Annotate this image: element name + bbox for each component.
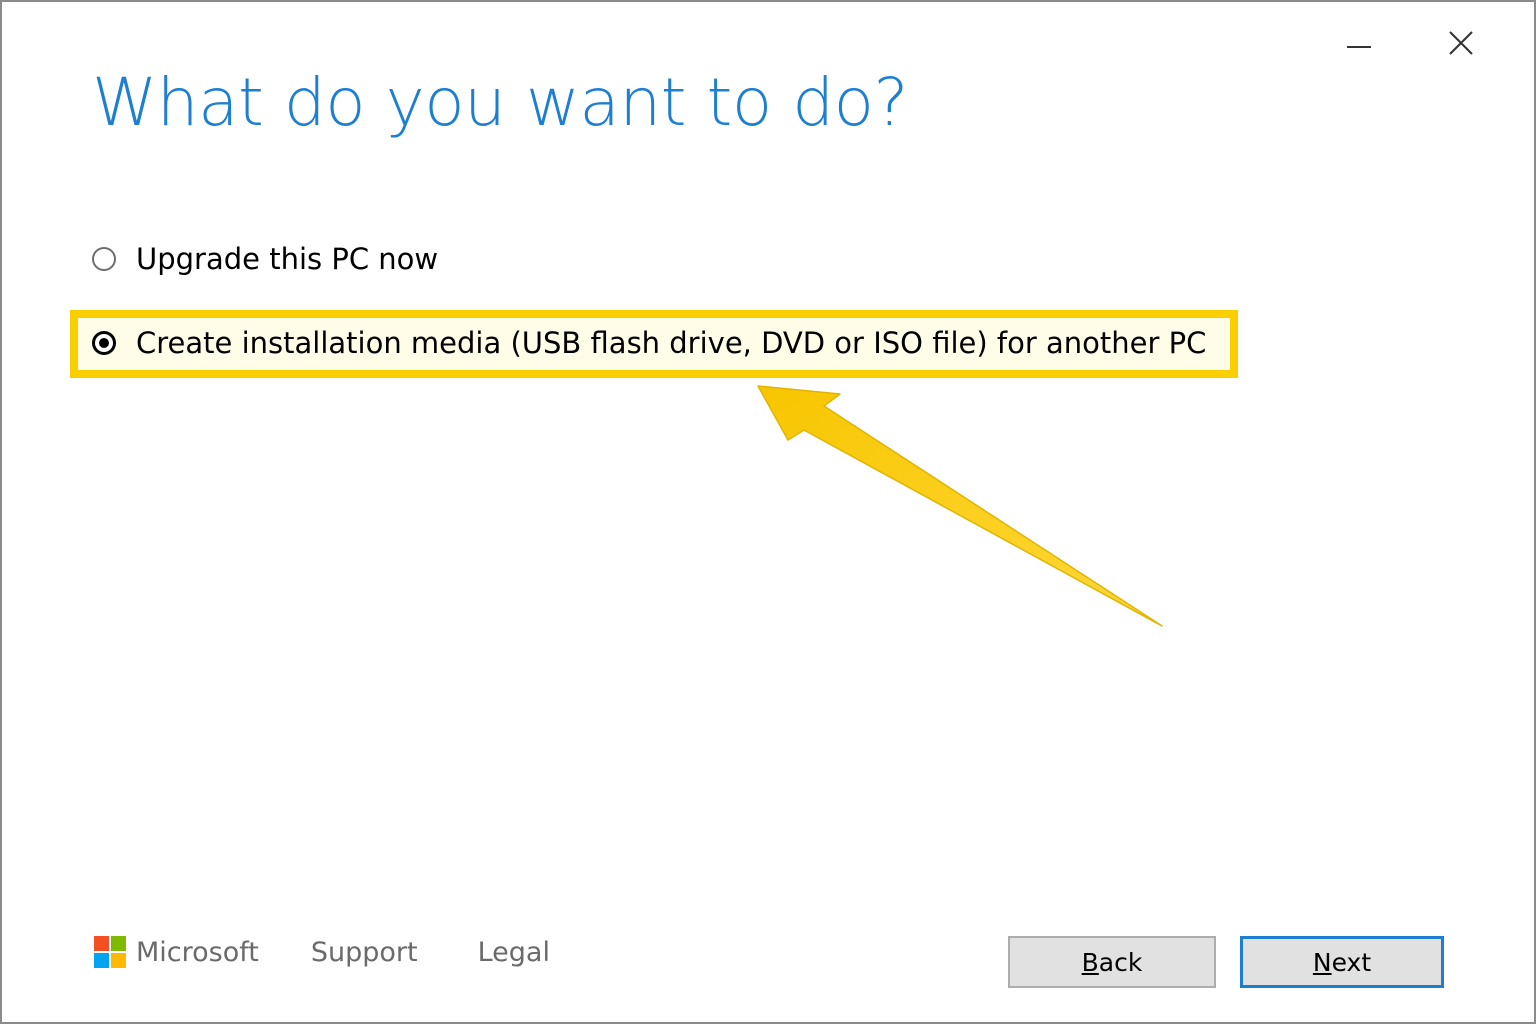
back-button[interactable]: Back [1008, 936, 1216, 988]
microsoft-logo-icon [94, 936, 126, 968]
back-label: ack [1098, 947, 1143, 977]
close-button[interactable] [1440, 22, 1482, 64]
back-accelerator: B [1081, 947, 1099, 977]
option-upgrade-pc-label: Upgrade this PC now [136, 242, 439, 276]
next-accelerator: N [1312, 947, 1332, 977]
legal-link[interactable]: Legal [478, 937, 550, 968]
minimize-button[interactable] [1338, 22, 1380, 64]
next-label: ext [1331, 947, 1372, 977]
radio-create-media[interactable] [92, 331, 116, 355]
option-upgrade-pc[interactable]: Upgrade this PC now [92, 242, 438, 276]
next-button[interactable]: Next [1240, 936, 1444, 988]
setup-window: What do you want to do? Upgrade this PC … [0, 0, 1536, 1024]
footer: Microsoft Support Legal [94, 936, 610, 968]
minimize-icon [1347, 46, 1371, 48]
close-icon [1449, 31, 1473, 55]
title-bar-controls [1338, 22, 1482, 64]
radio-upgrade-pc[interactable] [92, 247, 116, 271]
brand-name: Microsoft [136, 936, 259, 968]
annotation-arrow-icon [757, 385, 1163, 627]
option-create-media[interactable]: Create installation media (USB flash dri… [92, 326, 1206, 360]
option-create-media-label: Create installation media (USB flash dri… [136, 326, 1207, 360]
support-link[interactable]: Support [311, 937, 418, 968]
page-title: What do you want to do? [92, 64, 909, 141]
